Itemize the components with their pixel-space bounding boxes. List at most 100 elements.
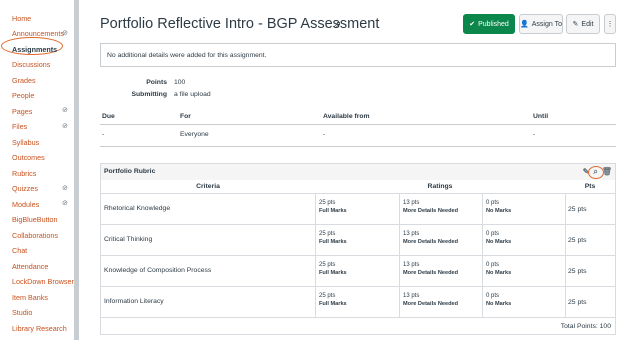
divider xyxy=(399,287,400,318)
edit-button[interactable]: ✎ Edit xyxy=(566,14,600,34)
sync-icon[interactable]: ⇗ xyxy=(333,20,341,31)
rating-none: 0 pts No Marks xyxy=(486,292,511,308)
due-header: Due xyxy=(102,113,115,120)
edit-label: Edit xyxy=(581,20,594,28)
published-button[interactable]: ✔ Published xyxy=(463,14,515,34)
rating-none: 0 pts No Marks xyxy=(486,261,511,277)
available-from-value: - xyxy=(323,131,326,138)
sidebar-item-outcomes[interactable]: Outcomes xyxy=(12,151,45,165)
divider xyxy=(315,194,316,225)
divider xyxy=(315,256,316,287)
rating-desc: More Details Needed xyxy=(403,208,459,214)
rating-none: 0 pts No Marks xyxy=(486,230,511,246)
divider xyxy=(482,225,483,256)
sidebar-item-grades[interactable]: Grades xyxy=(12,73,36,87)
assignment-details: No additional details were added for thi… xyxy=(100,43,616,67)
sidebar-item-people[interactable]: People xyxy=(12,89,34,103)
divider xyxy=(100,124,616,125)
rating-desc: Full Marks xyxy=(319,239,347,245)
sidebar-item-assignments[interactable]: Assignments xyxy=(12,42,57,56)
sidebar-item-modules[interactable]: Modules xyxy=(12,197,39,211)
divider xyxy=(565,194,566,225)
criterion-points: 25 pts xyxy=(568,268,587,275)
criterion-points: 25 pts xyxy=(568,299,587,306)
rating-desc: More Details Needed xyxy=(403,270,459,276)
more-options-button[interactable]: ⋮ xyxy=(604,14,616,34)
published-label: Published xyxy=(478,20,509,28)
visibility-off-icon: ⊘ xyxy=(62,107,68,114)
rating-partial: 13 pts More Details Needed xyxy=(403,199,458,215)
rating-desc: More Details Needed xyxy=(403,239,459,245)
rating-pts: 13 pts xyxy=(403,293,420,299)
check-circle-icon: ✔ xyxy=(469,21,476,28)
rating-full: 25 pts Full Marks xyxy=(319,261,347,277)
course-nav-sidebar: Home Announcements ⊘ Assignments Discussions… xyxy=(0,0,76,340)
sidebar-item-library-research[interactable]: Library Research xyxy=(12,321,67,335)
rubric-row: Rhetorical Knowledge 25 pts Full Marks 13 p… xyxy=(101,194,615,225)
visibility-off-icon: ⊘ xyxy=(62,200,68,207)
sidebar-item-new-analytics[interactable]: New Analytics xyxy=(12,337,57,340)
submitting-label: Submitting xyxy=(131,91,168,98)
sidebar-item-chat[interactable]: Chat xyxy=(12,244,27,258)
rating-desc: More Details Needed xyxy=(403,301,459,307)
divider xyxy=(565,287,566,318)
sidebar-item-rubrics[interactable]: Rubrics xyxy=(12,166,36,180)
divider xyxy=(482,194,483,225)
divider xyxy=(565,256,566,287)
divider xyxy=(315,225,316,256)
divider xyxy=(399,256,400,287)
visibility-off-icon: ⊘ xyxy=(62,184,68,192)
sidebar-item-files[interactable]: Files xyxy=(12,120,27,134)
rating-pts: 25 pts xyxy=(319,231,336,237)
rating-pts: 0 pts xyxy=(486,262,500,268)
rating-partial: 13 pts More Details Needed xyxy=(403,292,458,308)
total-points: Total Points: 100 xyxy=(560,323,611,330)
criterion-points: 25 pts xyxy=(568,237,587,244)
rating-pts: 0 pts xyxy=(486,293,500,299)
sidebar-item-attendance[interactable]: Attendance xyxy=(12,259,48,273)
rating-pts: 25 pts xyxy=(319,200,336,206)
sidebar-item-item-banks[interactable]: Item Banks xyxy=(12,290,48,304)
sidebar-item-studio[interactable]: Studio xyxy=(12,306,32,320)
assign-to-label: Assign To xyxy=(531,20,562,28)
for-header: For xyxy=(180,113,191,120)
assign-to-button[interactable]: 👤 Assign To xyxy=(519,14,563,34)
rubric-row: Knowledge of Composition Process 25 pts Fu… xyxy=(101,256,615,287)
sidebar-item-syllabus[interactable]: Syllabus xyxy=(12,135,39,149)
visibility-off-icon: ⊘ xyxy=(62,122,68,130)
rating-desc: Full Marks xyxy=(319,270,347,276)
divider xyxy=(565,225,566,256)
divider xyxy=(482,287,483,318)
until-value: - xyxy=(533,131,536,138)
sidebar-item-home[interactable]: Home xyxy=(12,11,31,25)
visibility-off-icon: ⊘ xyxy=(62,29,68,37)
sidebar-item-collaborations[interactable]: Collaborations xyxy=(12,228,58,242)
sidebar-item-quizzes[interactable]: Quizzes xyxy=(12,182,38,196)
dates-table-row: - Everyone - - xyxy=(100,131,616,143)
rating-desc: Full Marks xyxy=(319,301,347,307)
rating-desc: Full Marks xyxy=(319,208,347,214)
sidebar-item-pages[interactable]: Pages xyxy=(12,104,32,118)
sidebar-scrollbar[interactable] xyxy=(74,0,79,340)
for-value: Everyone xyxy=(180,131,209,138)
sidebar-item-bigbluebutton[interactable]: BigBlueButton xyxy=(12,213,58,227)
rubric-row: Critical Thinking 25 pts Full Marks 13 pts M… xyxy=(101,225,615,256)
criteria-column-header: Criteria xyxy=(101,180,315,194)
divider xyxy=(399,225,400,256)
criterion-label: Rhetorical Knowledge xyxy=(104,205,171,212)
criterion-points: 25 pts xyxy=(568,206,587,213)
rating-desc: No Marks xyxy=(486,208,512,214)
rating-pts: 13 pts xyxy=(403,262,420,268)
points-value: 100 xyxy=(174,79,186,86)
rating-pts: 0 pts xyxy=(486,200,500,206)
rating-desc: No Marks xyxy=(486,239,512,245)
rating-pts: 13 pts xyxy=(403,231,420,237)
pts-column-header: Pts xyxy=(565,180,615,194)
rating-full: 25 pts Full Marks xyxy=(319,230,347,246)
rating-partial: 13 pts More Details Needed xyxy=(403,230,458,246)
sidebar-item-announcements[interactable]: Announcements xyxy=(12,27,64,41)
rubric-header: Portfolio Rubric ✎ ⌕ 🗑 xyxy=(101,164,615,180)
sidebar-item-lockdown-browser[interactable]: LockDown Browser xyxy=(12,275,74,289)
sidebar-item-discussions[interactable]: Discussions xyxy=(12,58,50,72)
due-value: - xyxy=(102,131,105,138)
